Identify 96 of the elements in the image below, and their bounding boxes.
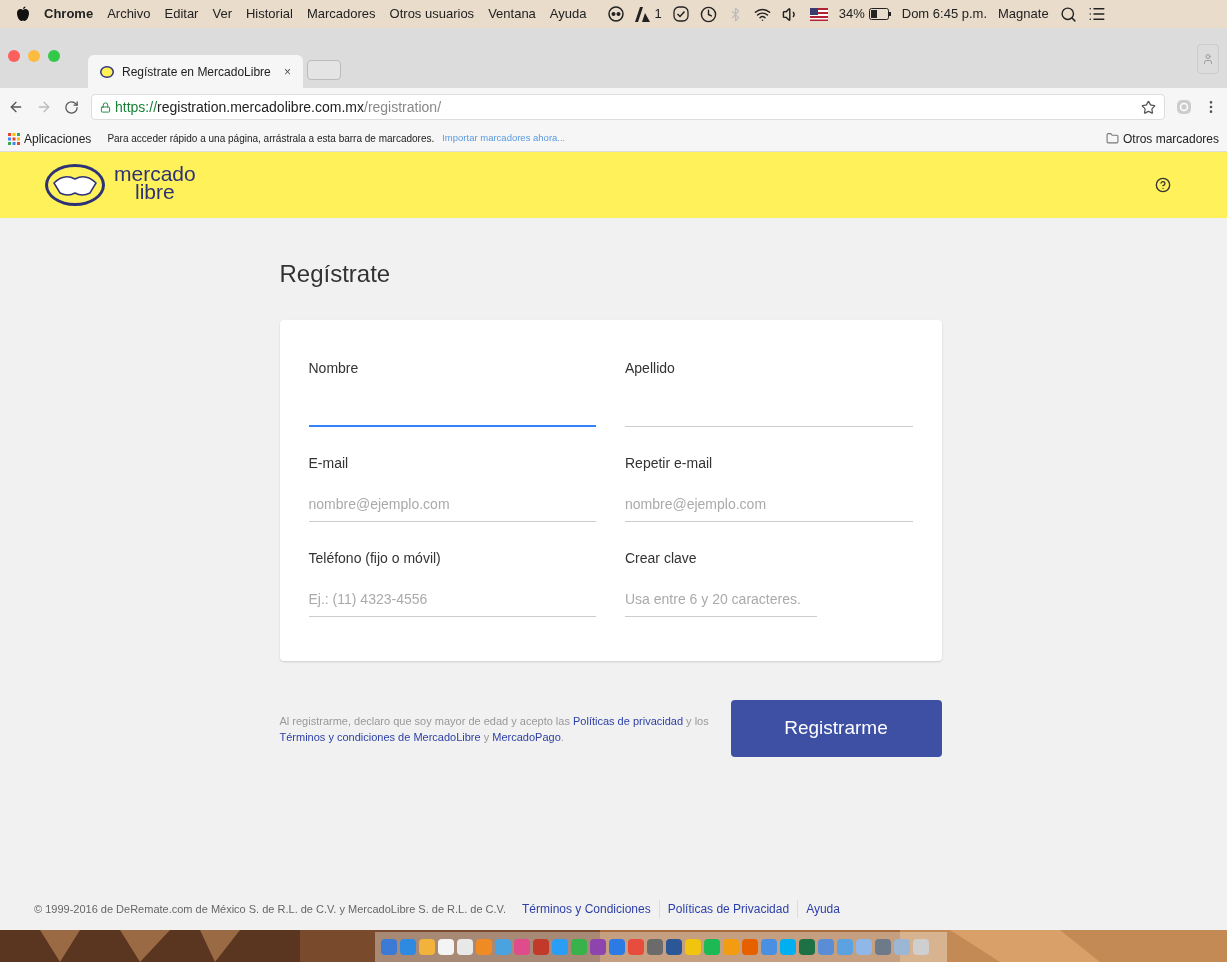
maximize-window-button[interactable]: [48, 50, 60, 62]
menu-item[interactable]: Marcadores: [306, 4, 376, 24]
bookmark-star-icon[interactable]: [1141, 99, 1156, 115]
tab-title: Regístrate en MercadoLibre: [122, 63, 272, 81]
favicon-icon: [100, 65, 114, 78]
list-icon[interactable]: [1087, 5, 1106, 23]
adobe-icon[interactable]: [635, 6, 651, 22]
other-bookmarks[interactable]: Otros marcadores: [1122, 129, 1219, 148]
help-icon[interactable]: [1155, 177, 1171, 193]
app-icon[interactable]: [419, 939, 435, 955]
person-icon: [1202, 53, 1214, 65]
menu-clock[interactable]: Dom 6:45 p.m.: [901, 4, 987, 24]
app-icon[interactable]: [666, 939, 682, 955]
close-window-button[interactable]: [8, 50, 20, 62]
tab-close-button[interactable]: ×: [284, 62, 291, 81]
mask-icon[interactable]: [608, 6, 625, 22]
flag-icon[interactable]: [809, 7, 828, 21]
app-icon[interactable]: [723, 939, 739, 955]
app-icon[interactable]: [457, 939, 473, 955]
check-shield-icon[interactable]: [672, 6, 689, 22]
text-field[interactable]: nombre@ejemplo.com: [625, 486, 913, 522]
field-label: Repetir e-mail: [625, 454, 714, 473]
user-name[interactable]: Magnate: [998, 4, 1049, 24]
address-field[interactable]: https://registration.mercadolibre.com.mx/registration/: [91, 94, 1165, 120]
field-label: Crear clave: [625, 549, 698, 568]
page-title: Regístrate: [279, 259, 392, 289]
app-icon[interactable]: [780, 939, 796, 955]
apps-grid-icon[interactable]: [8, 132, 20, 145]
text-field[interactable]: nombre@ejemplo.com: [308, 486, 596, 522]
app-icon[interactable]: [590, 939, 606, 955]
text-field[interactable]: Ej.: (11) 4323-4556: [308, 581, 596, 617]
menu-item[interactable]: Ayuda: [549, 4, 587, 24]
notification-count: 1: [654, 5, 662, 24]
app-icon[interactable]: [628, 939, 644, 955]
terms-link[interactable]: Términos y condiciones de MercadoLibre: [279, 730, 481, 743]
app-icon[interactable]: [837, 939, 853, 955]
menu-item[interactable]: Historial: [245, 4, 293, 24]
menu-item[interactable]: Otros usuarios: [389, 4, 475, 24]
terms-text: Al registrarme, declaro que soy mayor de edad y acepto las Políticas de privacidad y los Términos y condiciones de MercadoLibre y MercadoPago.: [279, 713, 710, 745]
menu-item[interactable]: Archivo: [107, 4, 151, 24]
app-icon[interactable]: [400, 939, 416, 955]
app-icon[interactable]: [571, 939, 587, 955]
time-machine-icon[interactable]: [699, 5, 717, 23]
field-label: Apellido: [625, 359, 676, 378]
apps-bookmark[interactable]: Aplicaciones: [24, 129, 92, 148]
folder-icon: [1105, 132, 1119, 145]
menu-item[interactable]: Ventana: [488, 4, 536, 24]
app-icon[interactable]: [609, 939, 625, 955]
browser-tab[interactable]: Regístrate en MercadoLibre ×: [88, 55, 303, 88]
new-tab-button[interactable]: [307, 60, 341, 80]
profile-button[interactable]: [1197, 44, 1219, 74]
app-icon[interactable]: [742, 939, 758, 955]
field-label: Teléfono (fijo o móvil): [308, 549, 442, 568]
search-icon[interactable]: [1059, 5, 1077, 23]
app-icon[interactable]: [533, 939, 549, 955]
lock-icon: [100, 101, 111, 113]
field-label: E-mail: [308, 454, 350, 473]
menu-item[interactable]: Editar: [164, 4, 199, 24]
app-icon[interactable]: [685, 939, 701, 955]
app-icon[interactable]: [894, 939, 910, 955]
app-icon[interactable]: [476, 939, 492, 955]
app-icon[interactable]: [514, 939, 530, 955]
menu-item[interactable]: Ver: [212, 4, 232, 24]
app-icon[interactable]: [761, 939, 777, 955]
app-icon[interactable]: [495, 939, 511, 955]
copyright-text: © 1999-2016 de DeRemate.com de México S. de R.L. de C.V. y MercadoLibre S. de R.L. de C.V.: [34, 901, 506, 917]
app-icon[interactable]: [381, 939, 397, 955]
reload-icon[interactable]: [64, 99, 79, 115]
app-icon[interactable]: [856, 939, 872, 955]
site-logo[interactable]: mercado libre: [114, 165, 196, 201]
app-icon[interactable]: [647, 939, 663, 955]
menu-item[interactable]: Chrome: [44, 4, 94, 24]
minimize-window-button[interactable]: [28, 50, 40, 62]
app-icon[interactable]: [704, 939, 720, 955]
battery-percent: 34%: [838, 5, 865, 24]
bookmarks-hint: Para acceder rápido a una página, arrástrala a esta barra de marcadores.: [107, 132, 435, 146]
app-icon[interactable]: [552, 939, 568, 955]
footer-link[interactable]: Ayuda: [797, 900, 848, 918]
footer-link[interactable]: Políticas de Privacidad: [658, 900, 798, 918]
back-icon[interactable]: [8, 99, 24, 115]
app-icon[interactable]: [799, 939, 815, 955]
extension-icon[interactable]: [1177, 100, 1191, 114]
app-icon[interactable]: [875, 939, 891, 955]
register-button[interactable]: Registrarme: [730, 700, 942, 757]
footer-link[interactable]: Términos y Condiciones: [514, 900, 659, 918]
apple-icon[interactable]: [16, 6, 30, 22]
battery-icon[interactable]: [868, 8, 891, 20]
app-icon[interactable]: [438, 939, 454, 955]
text-field[interactable]: Usa entre 6 y 20 caracteres.: [625, 581, 817, 617]
terms-link[interactable]: MercadoPago: [492, 730, 561, 743]
app-icon[interactable]: [913, 939, 929, 955]
forward-icon[interactable]: [36, 99, 52, 115]
url-text: https://registration.mercadolibre.com.mx/registration/: [115, 97, 442, 117]
field-label: Nombre: [308, 359, 360, 378]
app-icon[interactable]: [818, 939, 834, 955]
terms-link[interactable]: Políticas de privacidad: [573, 714, 684, 727]
